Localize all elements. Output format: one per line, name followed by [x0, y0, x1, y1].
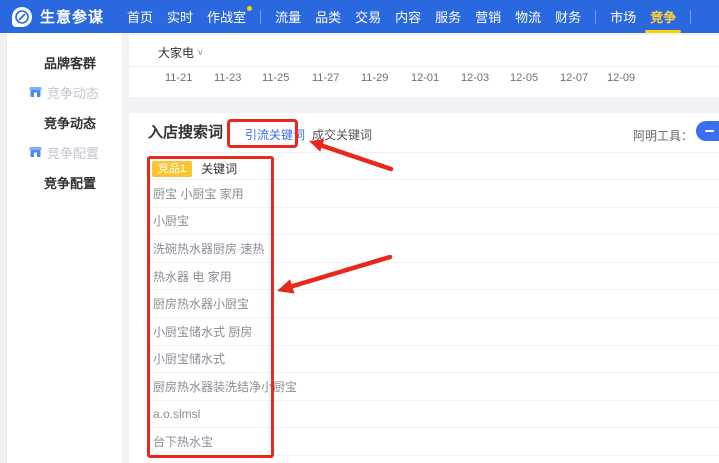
sidebar-item-brand-audience[interactable]: 品牌客群	[7, 47, 122, 77]
sidebar-item-competition-config[interactable]: 竞争配置	[7, 167, 122, 197]
category-dropdown[interactable]: 大家电 ∨	[158, 44, 204, 61]
section-title: 入店搜索词	[148, 124, 224, 141]
nav-item-competition[interactable]: 竞争	[643, 0, 683, 33]
nav-item-service[interactable]: 服务	[428, 0, 468, 33]
divider	[129, 66, 719, 67]
shop-icon	[29, 147, 42, 157]
tab-deal-keywords[interactable]: 成交关键词	[312, 126, 372, 143]
sidebar-item-competition-dynamics[interactable]: 竞争动态	[7, 107, 122, 137]
search-words-card: 入店搜索词 引流关键词 成交关键词 阿明工具： 竞品1 关键词 厨宝 小厨宝 家…	[129, 113, 719, 463]
nav-item-realtime[interactable]: 实时	[160, 0, 200, 33]
date-tick: 12-05	[510, 72, 539, 84]
keyword-row[interactable]: 小厨宝储水式 厨房	[148, 318, 719, 346]
date-tick: 12-09	[607, 72, 636, 84]
sycm-logo-icon	[12, 6, 32, 27]
nav-items: 首页 实时 作战室 流量 品类 交易 内容 服务 营销 物流 财务 市场 竞争	[120, 0, 698, 33]
nav-item-warroom[interactable]: 作战室	[200, 0, 253, 33]
keyword-table-header: 竞品1 关键词	[148, 158, 719, 180]
toggle-dash-icon	[705, 130, 714, 132]
date-tick: 12-07	[560, 72, 589, 84]
chevron-down-icon: ∨	[197, 47, 204, 57]
tab-traffic-keywords[interactable]: 引流关键词	[245, 126, 305, 143]
keyword-row[interactable]: 热水器 电 家用	[148, 263, 719, 291]
competitor-badge: 竞品1	[152, 160, 193, 177]
keyword-row[interactable]: a.o.slmsl	[148, 401, 719, 429]
keyword-row[interactable]: 厨房热水器装洗结净小厨宝	[148, 373, 719, 401]
date-tick: 11-29	[361, 72, 389, 84]
keyword-row[interactable]: 厨房热水器小厨宝	[148, 290, 719, 318]
sidebar: 品牌客群 竞争动态 竞争动态 竞争配置 竞争配置	[6, 33, 122, 463]
column-header: 关键词	[201, 162, 238, 176]
date-tick: 11-27	[312, 72, 340, 84]
nav-item-content[interactable]: 内容	[388, 0, 428, 33]
date-tick: 12-01	[411, 72, 440, 84]
nav-divider	[260, 9, 262, 24]
date-tick: 12-03	[461, 72, 490, 84]
sidebar-item-competition-dynamics-link[interactable]: 竞争动态	[7, 77, 122, 107]
keyword-row[interactable]: 厨宝 小厨宝 家用	[148, 180, 719, 208]
nav-item-home[interactable]: 首页	[120, 0, 160, 33]
tab-active-underline	[235, 146, 291, 148]
keyword-table: 竞品1 关键词 厨宝 小厨宝 家用 小厨宝 洗碗热水器厨房 速热 热水器 电 家…	[148, 158, 719, 456]
chart-card: 大家电 ∨ 11-21 11-23 11-25 11-27 11-29 12-0…	[129, 35, 719, 97]
nav-item-market[interactable]: 市场	[603, 0, 643, 33]
active-tab-underline	[645, 30, 682, 33]
sidebar-item-competition-config-link[interactable]: 竞争配置	[7, 137, 122, 167]
nav-item-trade[interactable]: 交易	[348, 0, 388, 33]
keyword-row[interactable]: 小厨宝储水式	[148, 346, 719, 374]
nav-divider	[690, 9, 692, 24]
notification-dot-icon	[247, 6, 253, 11]
shop-icon	[29, 87, 42, 97]
keyword-row[interactable]: 洗碗热水器厨房 速热	[148, 235, 719, 263]
nav-item-category[interactable]: 品类	[308, 0, 348, 33]
brand[interactable]: 生意参谋	[0, 6, 104, 27]
tool-toggle[interactable]	[696, 121, 719, 141]
date-tick: 11-21	[165, 72, 193, 84]
nav-item-logistics[interactable]: 物流	[508, 0, 548, 33]
nav-item-traffic[interactable]: 流量	[268, 0, 308, 33]
keyword-row[interactable]: 小厨宝	[148, 208, 719, 236]
nav-divider	[595, 9, 597, 24]
tool-label: 阿明工具：	[632, 129, 693, 143]
brand-name: 生意参谋	[40, 9, 105, 26]
keyword-row[interactable]: 台下热水宝	[148, 428, 719, 456]
app-window: 生意参谋 首页 实时 作战室 流量 品类 交易 内容 服务 营销 物流 财务 市…	[0, 0, 719, 463]
date-tick: 11-23	[214, 72, 242, 84]
nav-item-finance[interactable]: 财务	[548, 0, 588, 33]
nav-item-marketing[interactable]: 营销	[468, 0, 508, 33]
top-nav: 生意参谋 首页 实时 作战室 流量 品类 交易 内容 服务 营销 物流 财务 市…	[0, 0, 719, 33]
divider	[148, 152, 719, 153]
date-tick: 11-25	[262, 72, 290, 84]
